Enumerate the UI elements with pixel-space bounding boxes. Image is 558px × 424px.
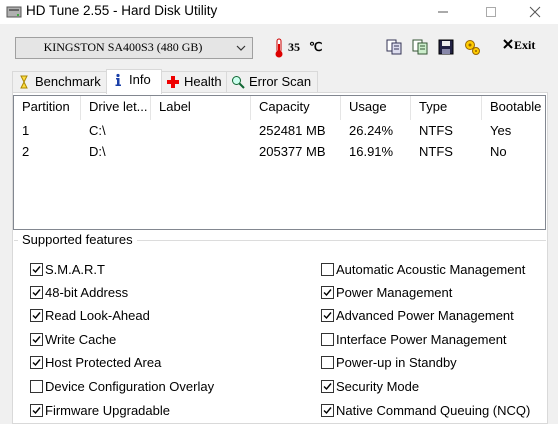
minimize-icon bbox=[438, 11, 448, 13]
thermometer-icon bbox=[275, 38, 283, 58]
exit-button[interactable]: Exit bbox=[502, 38, 535, 53]
checkbox-checked[interactable] bbox=[30, 286, 43, 299]
exit-x-icon bbox=[503, 39, 513, 49]
close-icon bbox=[529, 6, 541, 18]
checkbox-checked[interactable] bbox=[30, 263, 43, 276]
column-header-bootable[interactable]: Bootable bbox=[482, 96, 545, 120]
benchmark-icon bbox=[20, 75, 28, 89]
cell-bootable: Yes bbox=[490, 123, 512, 138]
checkbox-checked[interactable] bbox=[321, 309, 334, 322]
copy-all-icon[interactable] bbox=[411, 38, 429, 56]
cell-drive: C:\ bbox=[89, 123, 106, 138]
column-header-capacity[interactable]: Capacity bbox=[251, 96, 341, 120]
tab-error-scan-label: Error Scan bbox=[249, 74, 312, 89]
checkmark-icon bbox=[32, 266, 41, 274]
cell-usage: 26.24% bbox=[349, 123, 394, 138]
info-icon bbox=[115, 73, 121, 86]
checkmark-icon bbox=[32, 336, 41, 344]
feature-label: S.M.A.R.T bbox=[45, 262, 105, 277]
cell-partition: 2 bbox=[22, 144, 30, 159]
close-window-button[interactable] bbox=[512, 0, 558, 24]
drive-select-value: KINGSTON SA400S3 (480 GB) bbox=[43, 40, 203, 54]
checkbox-checked[interactable] bbox=[30, 333, 43, 346]
app-icon bbox=[6, 6, 22, 18]
feature-label: Native Command Queuing (NCQ) bbox=[336, 403, 531, 418]
checkbox-checked[interactable] bbox=[30, 309, 43, 322]
temperature-value: 35 bbox=[288, 40, 300, 54]
checkmark-icon bbox=[32, 289, 41, 297]
save-icon[interactable] bbox=[437, 38, 455, 56]
maximize-icon bbox=[486, 7, 496, 17]
column-header-partition[interactable]: Partition bbox=[14, 96, 81, 120]
checkbox-unchecked[interactable] bbox=[321, 333, 334, 346]
feature-label: Device Configuration Overlay bbox=[45, 379, 215, 394]
column-header-type[interactable]: Type bbox=[411, 96, 482, 120]
checkbox-unchecked[interactable] bbox=[30, 380, 43, 393]
checkbox-checked[interactable] bbox=[30, 404, 43, 417]
checkmark-icon bbox=[32, 407, 41, 415]
tab-info-label: Info bbox=[129, 72, 151, 87]
feature-label: Read Look-Ahead bbox=[45, 308, 150, 323]
drive-select[interactable]: KINGSTON SA400S3 (480 GB) bbox=[15, 37, 253, 59]
window-title: HD Tune 2.55 - Hard Disk Utility bbox=[26, 3, 218, 18]
checkbox-checked[interactable] bbox=[321, 286, 334, 299]
maximize-button[interactable] bbox=[468, 0, 514, 24]
checkmark-icon bbox=[323, 312, 332, 320]
tab-benchmark-label: Benchmark bbox=[35, 74, 101, 89]
column-header-drive-letter[interactable]: Drive let... bbox=[81, 96, 151, 120]
feature-label: Automatic Acoustic Management bbox=[336, 262, 526, 277]
checkbox-unchecked[interactable] bbox=[321, 356, 334, 369]
health-icon bbox=[167, 76, 179, 88]
checkbox-checked[interactable] bbox=[321, 380, 334, 393]
chevron-down-icon bbox=[236, 45, 246, 51]
feature-label: Write Cache bbox=[45, 332, 117, 347]
feature-label: Power-up in Standby bbox=[336, 355, 457, 370]
feature-label: Interface Power Management bbox=[336, 332, 507, 347]
cell-label bbox=[151, 142, 159, 162]
checkbox-checked[interactable] bbox=[321, 404, 334, 417]
cell-partition: 1 bbox=[22, 123, 30, 138]
checkmark-icon bbox=[32, 312, 41, 320]
cell-capacity: 205377 MB bbox=[259, 144, 326, 159]
checkbox-unchecked[interactable] bbox=[321, 263, 334, 276]
feature-label: Security Mode bbox=[336, 379, 420, 394]
minimize-button[interactable] bbox=[420, 0, 466, 24]
temperature-unit: ℃ bbox=[309, 40, 323, 54]
feature-label: 48-bit Address bbox=[45, 285, 129, 300]
cell-capacity: 252481 MB bbox=[259, 123, 326, 138]
column-header-label[interactable]: Label bbox=[151, 96, 251, 120]
feature-label: Power Management bbox=[336, 285, 453, 300]
tab-health-label: Health bbox=[184, 74, 222, 89]
tab-info[interactable]: Info bbox=[106, 69, 162, 94]
checkmark-icon bbox=[323, 407, 332, 415]
copy-icon[interactable] bbox=[385, 38, 403, 56]
column-header-usage[interactable]: Usage bbox=[341, 96, 411, 120]
tab-health[interactable]: Health bbox=[161, 71, 227, 93]
cell-drive: D:\ bbox=[89, 144, 106, 159]
feature-label: Firmware Upgradable bbox=[45, 403, 170, 418]
feature-label: Advanced Power Management bbox=[336, 308, 514, 323]
cell-type: NTFS bbox=[419, 144, 453, 159]
cell-label bbox=[151, 121, 159, 141]
tab-benchmark[interactable]: Benchmark bbox=[12, 71, 107, 93]
checkmark-icon bbox=[323, 383, 332, 391]
partition-list[interactable]: Partition Drive let... Label Capacity Us… bbox=[13, 95, 546, 230]
features-group-title: Supported features bbox=[18, 232, 137, 247]
cell-usage: 16.91% bbox=[349, 144, 394, 159]
checkbox-checked[interactable] bbox=[30, 356, 43, 369]
magnifier-icon bbox=[232, 76, 245, 89]
checkmark-icon bbox=[32, 359, 41, 367]
feature-label: Host Protected Area bbox=[45, 355, 162, 370]
options-icon[interactable] bbox=[463, 38, 481, 56]
checkmark-icon bbox=[323, 289, 332, 297]
tab-error-scan[interactable]: Error Scan bbox=[226, 71, 318, 93]
cell-bootable: No bbox=[490, 144, 507, 159]
cell-type: NTFS bbox=[419, 123, 453, 138]
exit-label: Exit bbox=[514, 38, 536, 52]
